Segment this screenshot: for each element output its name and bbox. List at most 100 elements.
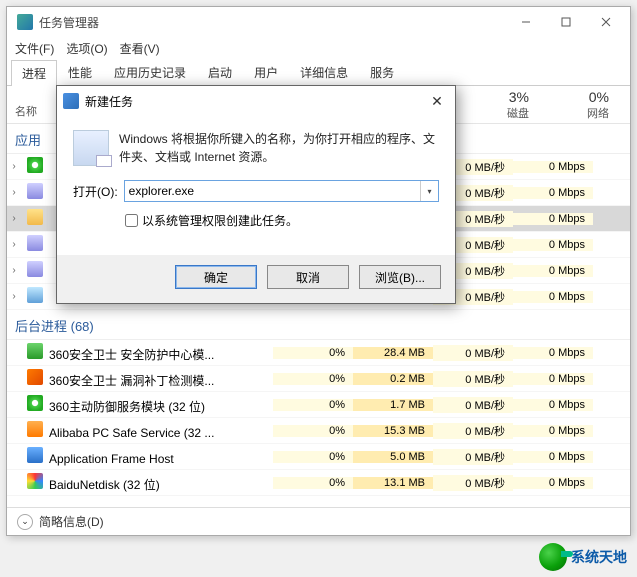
expand-icon[interactable]: › bbox=[7, 239, 21, 250]
cell-network: 0 Mbps bbox=[513, 399, 593, 411]
process-row[interactable]: BaiduNetdisk (32 位)0%13.1 MB0 MB/秒0 Mbps bbox=[7, 470, 630, 496]
tab-app-history[interactable]: 应用历史记录 bbox=[103, 59, 197, 85]
process-name: 360主动防御服务模块 (32 位) bbox=[21, 395, 273, 415]
cell-network: 0 Mbps bbox=[513, 161, 593, 173]
tab-services[interactable]: 服务 bbox=[359, 59, 405, 85]
tabs: 进程 性能 应用历史记录 启动 用户 详细信息 服务 bbox=[7, 59, 630, 86]
window-title: 任务管理器 bbox=[39, 14, 506, 31]
admin-checkbox[interactable] bbox=[125, 214, 138, 227]
cell-disk: 0 MB/秒 bbox=[433, 475, 513, 491]
cell-disk: 0 MB/秒 bbox=[433, 449, 513, 465]
open-label: 打开(O): bbox=[73, 183, 118, 200]
process-row[interactable]: 360安全卫士 安全防护中心模...0%28.4 MB0 MB/秒0 Mbps bbox=[7, 340, 630, 366]
cell-cpu: 0% bbox=[273, 477, 353, 489]
run-icon bbox=[63, 93, 79, 109]
cell-cpu: 0% bbox=[273, 347, 353, 359]
process-name: Alibaba PC Safe Service (32 ... bbox=[21, 421, 273, 440]
cell-memory: 5.0 MB bbox=[353, 451, 433, 463]
process-row[interactable]: Alibaba PC Safe Service (32 ...0%15.3 MB… bbox=[7, 418, 630, 444]
cell-network: 0 Mbps bbox=[513, 451, 593, 463]
cell-network: 0 Mbps bbox=[513, 373, 593, 385]
open-combobox[interactable]: ▾ bbox=[124, 180, 439, 202]
watermark-logo: 系统天地 bbox=[539, 543, 627, 571]
cell-cpu: 0% bbox=[273, 399, 353, 411]
group-background: 后台进程 (68) bbox=[7, 310, 630, 340]
dialog-titlebar[interactable]: 新建任务 ✕ bbox=[57, 86, 455, 116]
process-icon bbox=[27, 395, 43, 411]
process-icon bbox=[27, 343, 43, 359]
tab-performance[interactable]: 性能 bbox=[57, 59, 103, 85]
cell-memory: 0.2 MB bbox=[353, 373, 433, 385]
cell-network: 0 Mbps bbox=[513, 425, 593, 437]
cell-cpu: 0% bbox=[273, 373, 353, 385]
cell-memory: 15.3 MB bbox=[353, 425, 433, 437]
expand-icon[interactable]: › bbox=[7, 187, 21, 198]
globe-icon bbox=[539, 543, 567, 571]
run-dialog-icon bbox=[73, 130, 109, 166]
expand-icon[interactable]: › bbox=[7, 291, 21, 302]
maximize-button[interactable] bbox=[546, 8, 586, 36]
process-name: BaiduNetdisk (32 位) bbox=[21, 473, 273, 493]
cell-disk: 0 MB/秒 bbox=[433, 371, 513, 387]
dialog-title: 新建任务 bbox=[85, 93, 425, 110]
close-button[interactable] bbox=[586, 8, 626, 36]
ok-button[interactable]: 确定 bbox=[175, 265, 257, 289]
open-input[interactable] bbox=[125, 181, 420, 201]
process-icon bbox=[27, 421, 43, 437]
process-row[interactable]: Application Frame Host0%5.0 MB0 MB/秒0 Mb… bbox=[7, 444, 630, 470]
col-disk[interactable]: 3% 磁盘 bbox=[457, 86, 537, 123]
chevron-down-icon[interactable]: ⌄ bbox=[17, 514, 33, 530]
expand-icon[interactable]: › bbox=[7, 161, 21, 172]
cell-network: 0 Mbps bbox=[513, 265, 593, 277]
process-name: 360安全卫士 安全防护中心模... bbox=[21, 343, 273, 363]
process-name: 360安全卫士 漏洞补丁检测模... bbox=[21, 369, 273, 389]
process-icon bbox=[27, 473, 43, 489]
process-icon bbox=[27, 447, 43, 463]
process-icon bbox=[27, 369, 43, 385]
process-icon bbox=[27, 209, 43, 225]
dialog-close-button[interactable]: ✕ bbox=[425, 93, 449, 110]
process-row[interactable]: 360安全卫士 漏洞补丁检测模...0%0.2 MB0 MB/秒0 Mbps bbox=[7, 366, 630, 392]
tab-processes[interactable]: 进程 bbox=[11, 60, 57, 86]
cell-memory: 28.4 MB bbox=[353, 347, 433, 359]
tab-startup[interactable]: 启动 bbox=[197, 59, 243, 85]
cell-cpu: 0% bbox=[273, 451, 353, 463]
cell-network: 0 Mbps bbox=[513, 187, 593, 199]
background-rows: 360安全卫士 安全防护中心模...0%28.4 MB0 MB/秒0 Mbps3… bbox=[7, 340, 630, 496]
app-icon bbox=[17, 14, 33, 30]
titlebar[interactable]: 任务管理器 bbox=[7, 7, 630, 37]
expand-icon[interactable]: › bbox=[7, 265, 21, 276]
cell-network: 0 Mbps bbox=[513, 239, 593, 251]
cell-network: 0 Mbps bbox=[513, 291, 593, 303]
statusbar: ⌄ 简略信息(D) bbox=[7, 507, 630, 535]
chevron-down-icon[interactable]: ▾ bbox=[420, 181, 438, 201]
menu-options[interactable]: 选项(O) bbox=[66, 40, 107, 57]
expand-icon[interactable]: › bbox=[7, 213, 21, 224]
cancel-button[interactable]: 取消 bbox=[267, 265, 349, 289]
menubar: 文件(F) 选项(O) 查看(V) bbox=[7, 37, 630, 59]
cell-memory: 1.7 MB bbox=[353, 399, 433, 411]
process-icon bbox=[27, 261, 43, 277]
menu-view[interactable]: 查看(V) bbox=[120, 40, 160, 57]
new-task-dialog: 新建任务 ✕ Windows 将根据你所键入的名称，为你打开相应的程序、文件夹、… bbox=[56, 85, 456, 304]
browse-button[interactable]: 浏览(B)... bbox=[359, 265, 441, 289]
process-icon bbox=[27, 235, 43, 251]
process-icon bbox=[27, 157, 43, 173]
cell-network: 0 Mbps bbox=[513, 213, 593, 225]
tab-users[interactable]: 用户 bbox=[243, 59, 289, 85]
minimize-button[interactable] bbox=[506, 8, 546, 36]
admin-checkbox-label: 以系统管理权限创建此任务。 bbox=[142, 212, 298, 229]
process-row[interactable]: 360主动防御服务模块 (32 位)0%1.7 MB0 MB/秒0 Mbps bbox=[7, 392, 630, 418]
menu-file[interactable]: 文件(F) bbox=[15, 40, 54, 57]
col-network[interactable]: 0% 网络 bbox=[537, 86, 617, 123]
cell-cpu: 0% bbox=[273, 425, 353, 437]
process-icon bbox=[27, 183, 43, 199]
brief-info-link[interactable]: 简略信息(D) bbox=[39, 513, 104, 530]
cell-network: 0 Mbps bbox=[513, 347, 593, 359]
cell-disk: 0 MB/秒 bbox=[433, 345, 513, 361]
cell-memory: 13.1 MB bbox=[353, 477, 433, 489]
cell-network: 0 Mbps bbox=[513, 477, 593, 489]
tab-details[interactable]: 详细信息 bbox=[289, 59, 359, 85]
process-name: Application Frame Host bbox=[21, 447, 273, 466]
dialog-description: Windows 将根据你所键入的名称，为你打开相应的程序、文件夹、文档或 Int… bbox=[119, 130, 439, 166]
